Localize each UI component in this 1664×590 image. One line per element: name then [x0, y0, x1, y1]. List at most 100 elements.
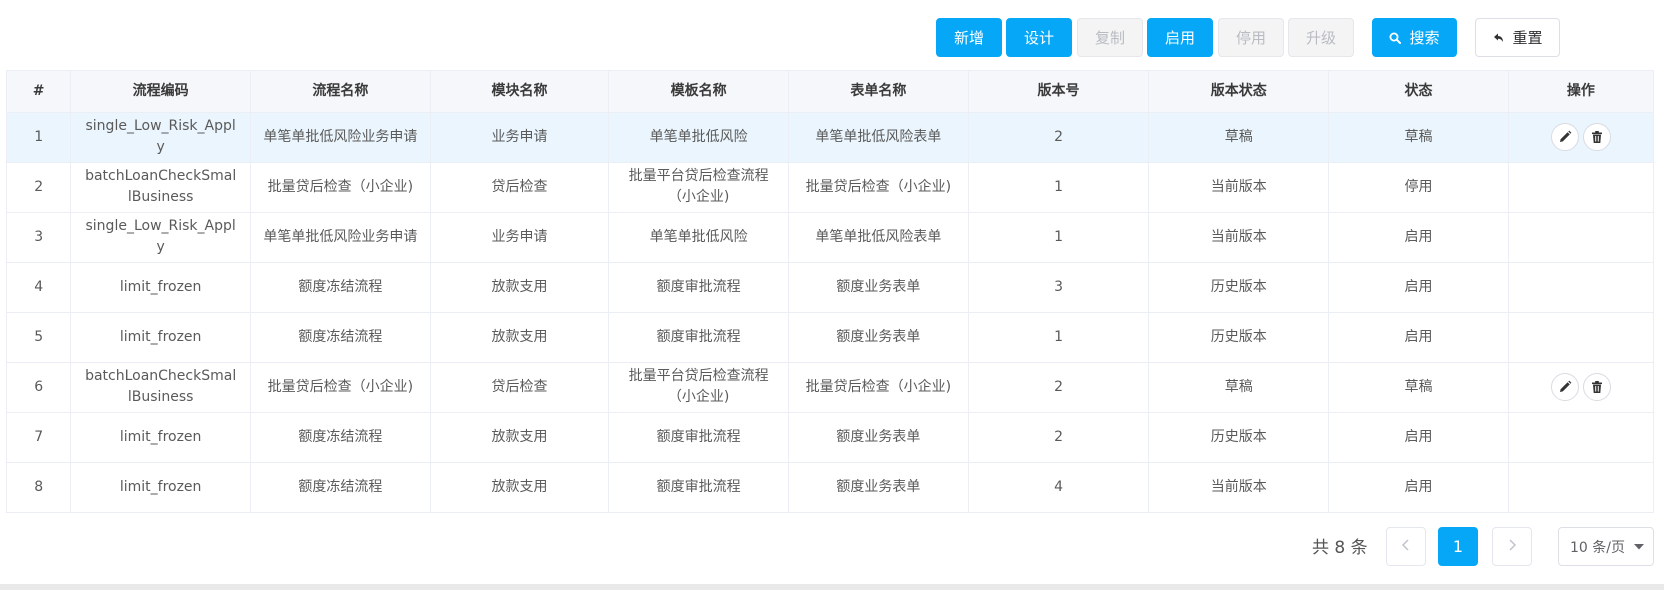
cell-row-index: 7 [7, 412, 72, 463]
cell-process-name: 额度冻结流程 [250, 462, 431, 512]
search-icon [1389, 32, 1402, 44]
cell-version-status: 当前版本 [1148, 212, 1330, 263]
cell-actions [1508, 312, 1653, 363]
column-header-actions: 操作 [1508, 71, 1653, 113]
upgrade-button[interactable]: 升级 [1288, 18, 1354, 57]
cell-module-name: 放款支用 [430, 312, 610, 363]
cell-form-name: 额度业务表单 [788, 412, 969, 463]
cell-template-name: 额度审批流程 [608, 262, 789, 313]
table-row[interactable]: 3 single_Low_Risk_Apply 单笔单批低风险业务申请 业务申请 单笔单… [7, 212, 1653, 263]
page-size-label: 10 条/页 [1570, 539, 1625, 556]
cell-module-name: 业务申请 [430, 112, 610, 163]
edit-button[interactable] [1550, 373, 1579, 401]
total-count: 共 8 条 [1312, 538, 1368, 558]
cell-version: 2 [968, 412, 1150, 463]
cell-template-name: 单笔单批低风险 [608, 212, 789, 263]
trash-icon [1590, 380, 1604, 394]
cell-version: 1 [968, 162, 1150, 213]
cell-status: 启用 [1328, 312, 1509, 363]
cell-row-index: 3 [7, 212, 72, 263]
cell-process-code: limit_frozen [70, 412, 251, 463]
cell-process-code: limit_frozen [70, 262, 251, 313]
design-button[interactable]: 设计 [1006, 18, 1072, 57]
cell-module-name: 贷后检查 [430, 162, 610, 213]
table-row[interactable]: 2 batchLoanCheckSmallBusiness 批量贷后检查（小企业) 贷… [7, 162, 1653, 213]
process-table: # 流程编码 流程名称 模块名称 模板名称 表单名称 版本号 版本状态 状态 操… [6, 70, 1654, 513]
column-header-version: 版本号 [968, 71, 1150, 113]
column-header-process-code: 流程编码 [70, 71, 251, 113]
row-actions [1521, 373, 1641, 401]
page-number-button[interactable]: 1 [1438, 527, 1478, 566]
cell-form-name: 单笔单批低风险表单 [788, 212, 969, 263]
reset-button-label: 重置 [1512, 29, 1543, 47]
delete-button[interactable] [1582, 373, 1611, 401]
table-row[interactable]: 5 limit_frozen 额度冻结流程 放款支用 额度审批流程 额度业务表单 1 历史版本… [7, 312, 1653, 363]
cell-template-name: 批量平台贷后检查流程（小企业) [608, 162, 789, 213]
cell-actions [1508, 262, 1653, 313]
cell-module-name: 贷后检查 [430, 362, 610, 413]
cell-process-code: single_Low_Risk_Apply [70, 212, 251, 263]
table-row[interactable]: 8 limit_frozen 额度冻结流程 放款支用 额度审批流程 额度业务表单 4 当前版本… [7, 462, 1653, 512]
add-button[interactable]: 新增 [936, 18, 1002, 57]
page-size-select[interactable]: 10 条/页 [1558, 527, 1654, 566]
cell-process-name: 批量贷后检查（小企业) [250, 162, 431, 213]
cell-actions [1508, 212, 1653, 263]
cell-form-name: 批量贷后检查（小企业) [788, 162, 969, 213]
bottom-border [0, 584, 1664, 590]
cell-version-status: 历史版本 [1148, 412, 1330, 463]
column-header-form-name: 表单名称 [788, 71, 969, 113]
cell-module-name: 放款支用 [430, 412, 610, 463]
column-header-template-name: 模板名称 [608, 71, 789, 113]
cell-actions [1508, 412, 1653, 463]
cell-row-index: 1 [7, 112, 72, 163]
cell-template-name: 批量平台贷后检查流程（小企业) [608, 362, 789, 413]
chevron-right-icon [1507, 538, 1517, 555]
pencil-icon [1558, 130, 1572, 144]
delete-button[interactable] [1582, 123, 1611, 151]
cell-version: 2 [968, 112, 1150, 163]
search-button-label: 搜索 [1409, 29, 1440, 47]
cell-process-code: single_Low_Risk_Apply [70, 112, 251, 163]
caret-down-icon [1633, 539, 1645, 555]
reset-button[interactable]: 重置 [1475, 18, 1560, 57]
prev-page-button[interactable] [1386, 527, 1426, 566]
cell-version-status: 当前版本 [1148, 162, 1330, 213]
cell-status: 草稿 [1328, 362, 1509, 413]
cell-module-name: 放款支用 [430, 262, 610, 313]
cell-process-name: 额度冻结流程 [250, 312, 431, 363]
table-row[interactable]: 7 limit_frozen 额度冻结流程 放款支用 额度审批流程 额度业务表单 2 历史版本… [7, 412, 1653, 463]
enable-button[interactable]: 启用 [1147, 18, 1213, 57]
cell-row-index: 5 [7, 312, 72, 363]
edit-button[interactable] [1550, 123, 1579, 151]
cell-process-code: batchLoanCheckSmallBusiness [70, 362, 251, 413]
table-header-row: # 流程编码 流程名称 模块名称 模板名称 表单名称 版本号 版本状态 状态 操… [7, 71, 1653, 113]
pagination: 共 8 条 1 10 条/页 [0, 527, 1664, 567]
cell-actions [1508, 362, 1653, 413]
cell-form-name: 额度业务表单 [788, 312, 969, 363]
disable-button[interactable]: 停用 [1218, 18, 1284, 57]
cell-process-name: 额度冻结流程 [250, 262, 431, 313]
cell-row-index: 2 [7, 162, 72, 213]
cell-version: 1 [968, 312, 1150, 363]
next-page-button[interactable] [1492, 527, 1532, 566]
row-actions [1521, 123, 1641, 151]
copy-button[interactable]: 复制 [1077, 18, 1143, 57]
undo-arrow-icon [1492, 32, 1504, 44]
cell-template-name: 额度审批流程 [608, 462, 789, 512]
search-button[interactable]: 搜索 [1372, 18, 1457, 57]
cell-process-name: 单笔单批低风险业务申请 [250, 112, 431, 163]
pencil-icon [1558, 380, 1572, 394]
cell-form-name: 批量贷后检查（小企业) [788, 362, 969, 413]
cell-form-name: 额度业务表单 [788, 462, 969, 512]
cell-process-name: 额度冻结流程 [250, 412, 431, 463]
cell-template-name: 额度审批流程 [608, 412, 789, 463]
table-row[interactable]: 6 batchLoanCheckSmallBusiness 批量贷后检查（小企业) 贷… [7, 362, 1653, 413]
table-row[interactable]: 4 limit_frozen 额度冻结流程 放款支用 额度审批流程 额度业务表单 3 历史版本… [7, 262, 1653, 313]
cell-version-status: 草稿 [1148, 362, 1330, 413]
cell-module-name: 放款支用 [430, 462, 610, 512]
cell-actions [1508, 112, 1653, 163]
cell-actions [1508, 462, 1653, 512]
cell-status: 启用 [1328, 262, 1509, 313]
table-row[interactable]: 1 single_Low_Risk_Apply 单笔单批低风险业务申请 业务申请 单笔单… [7, 112, 1653, 163]
cell-version-status: 草稿 [1148, 112, 1330, 163]
